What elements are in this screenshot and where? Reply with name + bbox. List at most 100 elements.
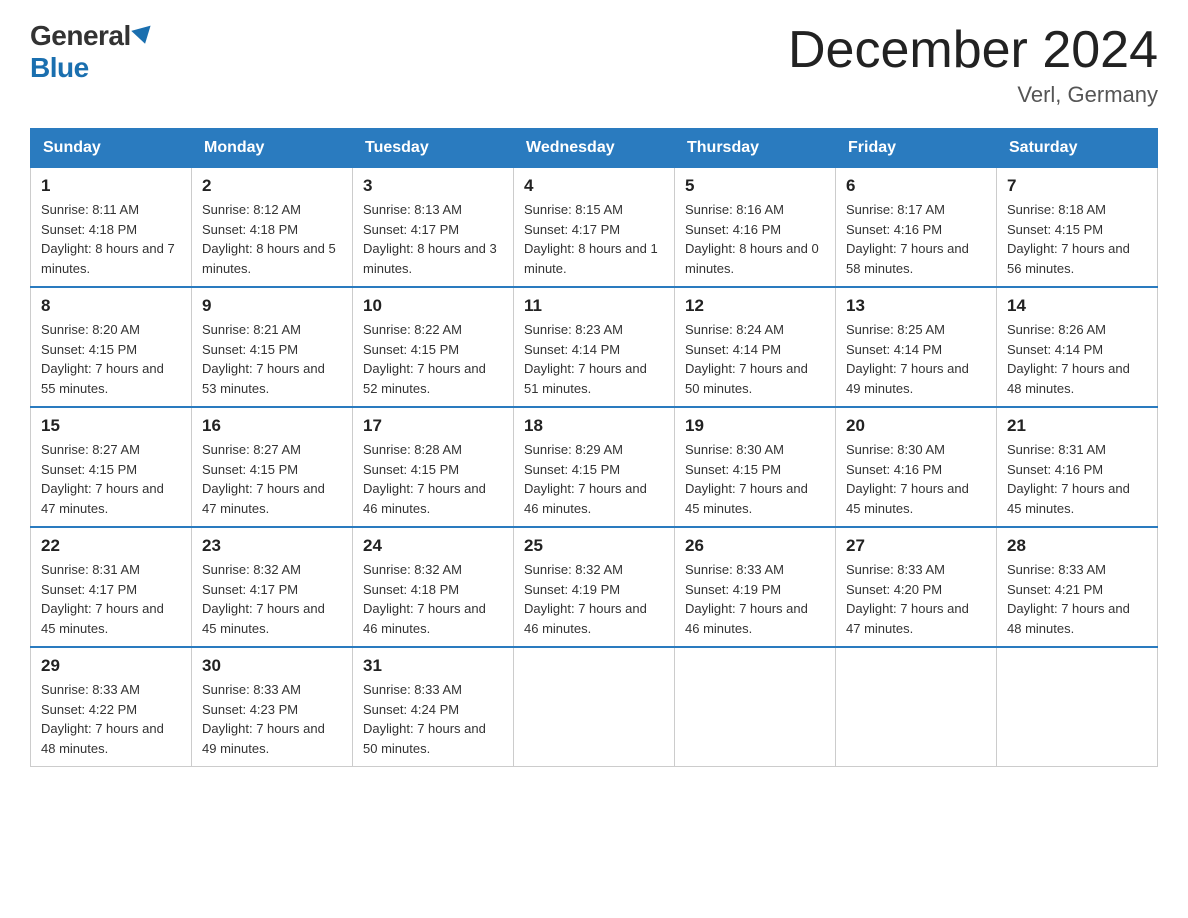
day-info: Sunrise: 8:12 AMSunset: 4:18 PMDaylight:… xyxy=(202,202,336,276)
calendar-week-row: 1 Sunrise: 8:11 AMSunset: 4:18 PMDaylight… xyxy=(31,168,1158,288)
table-row: 27 Sunrise: 8:33 AMSunset: 4:20 PMDayligh… xyxy=(836,527,997,647)
table-row: 22 Sunrise: 8:31 AMSunset: 4:17 PMDayligh… xyxy=(31,527,192,647)
day-info: Sunrise: 8:17 AMSunset: 4:16 PMDaylight:… xyxy=(846,202,969,276)
day-number: 4 xyxy=(524,176,664,196)
day-number: 31 xyxy=(363,656,503,676)
table-row: 29 Sunrise: 8:33 AMSunset: 4:22 PMDayligh… xyxy=(31,647,192,767)
calendar-table: Sunday Monday Tuesday Wednesday Thursday… xyxy=(30,128,1158,767)
day-info: Sunrise: 8:28 AMSunset: 4:15 PMDaylight:… xyxy=(363,442,486,516)
day-info: Sunrise: 8:30 AMSunset: 4:16 PMDaylight:… xyxy=(846,442,969,516)
day-info: Sunrise: 8:26 AMSunset: 4:14 PMDaylight:… xyxy=(1007,322,1130,396)
logo-triangle-icon xyxy=(131,26,154,47)
day-number: 21 xyxy=(1007,416,1147,436)
calendar-week-row: 22 Sunrise: 8:31 AMSunset: 4:17 PMDayligh… xyxy=(31,527,1158,647)
calendar-week-row: 8 Sunrise: 8:20 AMSunset: 4:15 PMDaylight… xyxy=(31,287,1158,407)
table-row xyxy=(514,647,675,767)
day-number: 11 xyxy=(524,296,664,316)
table-row: 5 Sunrise: 8:16 AMSunset: 4:16 PMDaylight… xyxy=(675,168,836,288)
day-info: Sunrise: 8:33 AMSunset: 4:22 PMDaylight:… xyxy=(41,682,164,756)
day-info: Sunrise: 8:25 AMSunset: 4:14 PMDaylight:… xyxy=(846,322,969,396)
day-info: Sunrise: 8:31 AMSunset: 4:17 PMDaylight:… xyxy=(41,562,164,636)
day-info: Sunrise: 8:33 AMSunset: 4:19 PMDaylight:… xyxy=(685,562,808,636)
day-info: Sunrise: 8:33 AMSunset: 4:20 PMDaylight:… xyxy=(846,562,969,636)
day-info: Sunrise: 8:33 AMSunset: 4:21 PMDaylight:… xyxy=(1007,562,1130,636)
day-info: Sunrise: 8:32 AMSunset: 4:17 PMDaylight:… xyxy=(202,562,325,636)
table-row: 31 Sunrise: 8:33 AMSunset: 4:24 PMDayligh… xyxy=(353,647,514,767)
day-number: 30 xyxy=(202,656,342,676)
table-row: 13 Sunrise: 8:25 AMSunset: 4:14 PMDayligh… xyxy=(836,287,997,407)
day-info: Sunrise: 8:31 AMSunset: 4:16 PMDaylight:… xyxy=(1007,442,1130,516)
day-number: 18 xyxy=(524,416,664,436)
day-info: Sunrise: 8:23 AMSunset: 4:14 PMDaylight:… xyxy=(524,322,647,396)
table-row xyxy=(836,647,997,767)
header-row: Sunday Monday Tuesday Wednesday Thursday… xyxy=(31,129,1158,168)
day-number: 22 xyxy=(41,536,181,556)
table-row: 7 Sunrise: 8:18 AMSunset: 4:15 PMDaylight… xyxy=(997,168,1158,288)
logo-blue-text: Blue xyxy=(30,52,89,83)
day-info: Sunrise: 8:33 AMSunset: 4:24 PMDaylight:… xyxy=(363,682,486,756)
title-section: December 2024 Verl, Germany xyxy=(788,20,1158,108)
day-number: 13 xyxy=(846,296,986,316)
header-friday: Friday xyxy=(836,129,997,168)
day-number: 15 xyxy=(41,416,181,436)
header-saturday: Saturday xyxy=(997,129,1158,168)
day-number: 8 xyxy=(41,296,181,316)
table-row xyxy=(997,647,1158,767)
calendar-subtitle: Verl, Germany xyxy=(788,82,1158,108)
table-row: 28Sunrise: 8:33 AMSunset: 4:21 PMDayligh… xyxy=(997,527,1158,647)
table-row: 20 Sunrise: 8:30 AMSunset: 4:16 PMDayligh… xyxy=(836,407,997,527)
day-number: 25 xyxy=(524,536,664,556)
day-info: Sunrise: 8:13 AMSunset: 4:17 PMDaylight:… xyxy=(363,202,497,276)
table-row: 8 Sunrise: 8:20 AMSunset: 4:15 PMDaylight… xyxy=(31,287,192,407)
table-row: 16Sunrise: 8:27 AMSunset: 4:15 PMDayligh… xyxy=(192,407,353,527)
table-row: 2 Sunrise: 8:12 AMSunset: 4:18 PMDaylight… xyxy=(192,168,353,288)
day-number: 27 xyxy=(846,536,986,556)
day-info: Sunrise: 8:16 AMSunset: 4:16 PMDaylight:… xyxy=(685,202,819,276)
day-number: 9 xyxy=(202,296,342,316)
header-sunday: Sunday xyxy=(31,129,192,168)
table-row: 9 Sunrise: 8:21 AMSunset: 4:15 PMDaylight… xyxy=(192,287,353,407)
header-wednesday: Wednesday xyxy=(514,129,675,168)
logo: General Blue xyxy=(30,20,153,84)
day-info: Sunrise: 8:21 AMSunset: 4:15 PMDaylight:… xyxy=(202,322,325,396)
table-row: 11 Sunrise: 8:23 AMSunset: 4:14 PMDayligh… xyxy=(514,287,675,407)
day-info: Sunrise: 8:32 AMSunset: 4:18 PMDaylight:… xyxy=(363,562,486,636)
day-number: 29 xyxy=(41,656,181,676)
table-row: 21 Sunrise: 8:31 AMSunset: 4:16 PMDayligh… xyxy=(997,407,1158,527)
table-row xyxy=(675,647,836,767)
day-number: 2 xyxy=(202,176,342,196)
day-number: 12 xyxy=(685,296,825,316)
day-number: 19 xyxy=(685,416,825,436)
header-monday: Monday xyxy=(192,129,353,168)
day-number: 20 xyxy=(846,416,986,436)
header-tuesday: Tuesday xyxy=(353,129,514,168)
day-info: Sunrise: 8:11 AMSunset: 4:18 PMDaylight:… xyxy=(41,202,175,276)
logo-general-text: General xyxy=(30,20,131,52)
table-row: 15Sunrise: 8:27 AMSunset: 4:15 PMDayligh… xyxy=(31,407,192,527)
day-number: 7 xyxy=(1007,176,1147,196)
page-header: General Blue December 2024 Verl, Germany xyxy=(30,20,1158,108)
table-row: 4 Sunrise: 8:15 AMSunset: 4:17 PMDaylight… xyxy=(514,168,675,288)
day-info: Sunrise: 8:30 AMSunset: 4:15 PMDaylight:… xyxy=(685,442,808,516)
table-row: 17Sunrise: 8:28 AMSunset: 4:15 PMDayligh… xyxy=(353,407,514,527)
day-number: 3 xyxy=(363,176,503,196)
table-row: 1 Sunrise: 8:11 AMSunset: 4:18 PMDaylight… xyxy=(31,168,192,288)
day-info: Sunrise: 8:22 AMSunset: 4:15 PMDaylight:… xyxy=(363,322,486,396)
day-info: Sunrise: 8:15 AMSunset: 4:17 PMDaylight:… xyxy=(524,202,658,276)
day-number: 23 xyxy=(202,536,342,556)
day-number: 5 xyxy=(685,176,825,196)
day-info: Sunrise: 8:20 AMSunset: 4:15 PMDaylight:… xyxy=(41,322,164,396)
day-number: 1 xyxy=(41,176,181,196)
day-number: 10 xyxy=(363,296,503,316)
table-row: 23 Sunrise: 8:32 AMSunset: 4:17 PMDayligh… xyxy=(192,527,353,647)
day-number: 16 xyxy=(202,416,342,436)
table-row: 25 Sunrise: 8:32 AMSunset: 4:19 PMDayligh… xyxy=(514,527,675,647)
table-row: 18Sunrise: 8:29 AMSunset: 4:15 PMDayligh… xyxy=(514,407,675,527)
calendar-title: December 2024 xyxy=(788,20,1158,80)
day-info: Sunrise: 8:18 AMSunset: 4:15 PMDaylight:… xyxy=(1007,202,1130,276)
day-info: Sunrise: 8:32 AMSunset: 4:19 PMDaylight:… xyxy=(524,562,647,636)
table-row: 10 Sunrise: 8:22 AMSunset: 4:15 PMDayligh… xyxy=(353,287,514,407)
table-row: 26Sunrise: 8:33 AMSunset: 4:19 PMDayligh… xyxy=(675,527,836,647)
day-number: 14 xyxy=(1007,296,1147,316)
table-row: 3 Sunrise: 8:13 AMSunset: 4:17 PMDaylight… xyxy=(353,168,514,288)
